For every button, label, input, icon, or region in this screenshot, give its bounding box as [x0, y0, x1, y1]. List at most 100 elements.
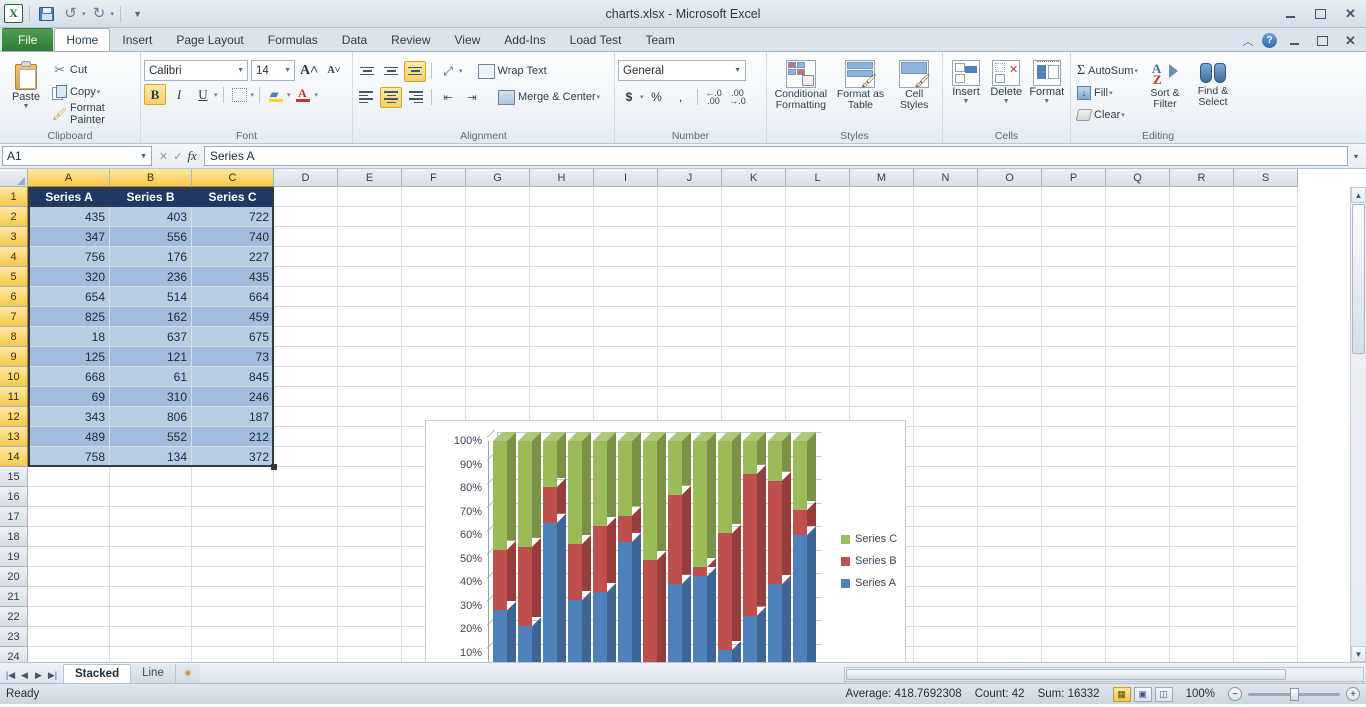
cell-L11[interactable]	[786, 387, 850, 407]
cell-C2[interactable]: 722	[192, 207, 274, 227]
row-header-5[interactable]: 5	[0, 267, 28, 287]
cell-A4[interactable]: 756	[28, 247, 110, 267]
cell-D12[interactable]	[274, 407, 338, 427]
cell-L10[interactable]	[786, 367, 850, 387]
cell-K1[interactable]	[722, 187, 786, 207]
cell-R101[interactable]	[1170, 647, 1234, 662]
cell-B101[interactable]	[110, 467, 192, 487]
cell-D3[interactable]	[274, 227, 338, 247]
bar-segment-series-a-4[interactable]	[568, 600, 582, 662]
cell-E101[interactable]	[338, 547, 402, 567]
bar-segment-series-b-1[interactable]	[493, 550, 507, 611]
cell-E101[interactable]	[338, 507, 402, 527]
fill-handle[interactable]	[271, 464, 277, 470]
cell-M3[interactable]	[850, 227, 914, 247]
cell-A101[interactable]	[28, 467, 110, 487]
cell-L5[interactable]	[786, 267, 850, 287]
cell-N101[interactable]	[914, 487, 978, 507]
cell-P101[interactable]	[1042, 587, 1106, 607]
cell-C7[interactable]: 459	[192, 307, 274, 327]
cell-D13[interactable]	[274, 427, 338, 447]
cell-P11[interactable]	[1042, 387, 1106, 407]
cell-N5[interactable]	[914, 267, 978, 287]
cell-S101[interactable]	[1234, 467, 1298, 487]
cell-Q9[interactable]	[1106, 347, 1170, 367]
bar-segment-series-c-13[interactable]	[793, 441, 807, 510]
cell-I4[interactable]	[594, 247, 658, 267]
merge-center-button[interactable]: Merge & Center ▾	[495, 86, 603, 108]
cell-I5[interactable]	[594, 267, 658, 287]
cell-R5[interactable]	[1170, 267, 1234, 287]
cell-A101[interactable]	[28, 567, 110, 587]
bar-segment-series-b-5[interactable]	[593, 526, 607, 592]
redo-dropdown-icon[interactable]: ▾	[111, 10, 115, 18]
cell-B101[interactable]	[110, 487, 192, 507]
cell-Q4[interactable]	[1106, 247, 1170, 267]
column-header-q[interactable]: Q	[1106, 169, 1170, 187]
row-header-15[interactable]: 15	[0, 467, 28, 487]
cell-Q101[interactable]	[1106, 607, 1170, 627]
cell-R9[interactable]	[1170, 347, 1234, 367]
cell-O2[interactable]	[978, 207, 1042, 227]
cell-P8[interactable]	[1042, 327, 1106, 347]
cell-A11[interactable]: 69	[28, 387, 110, 407]
cell-I11[interactable]	[594, 387, 658, 407]
vertical-scrollbar[interactable]: ▲ ▼	[1350, 187, 1366, 662]
cell-D11[interactable]	[274, 387, 338, 407]
expand-formula-bar-icon[interactable]: ▾	[1348, 146, 1364, 166]
column-header-j[interactable]: J	[658, 169, 722, 187]
cell-P101[interactable]	[1042, 527, 1106, 547]
row-header-10[interactable]: 10	[0, 367, 28, 387]
cell-A101[interactable]	[28, 527, 110, 547]
cell-I9[interactable]	[594, 347, 658, 367]
cell-P101[interactable]	[1042, 467, 1106, 487]
cell-C101[interactable]	[192, 467, 274, 487]
column-header-k[interactable]: K	[722, 169, 786, 187]
cell-B2[interactable]: 403	[110, 207, 192, 227]
cell-R3[interactable]	[1170, 227, 1234, 247]
cell-S101[interactable]	[1234, 647, 1298, 662]
bar-segment-series-a-11[interactable]	[743, 616, 757, 662]
bar-segment-series-c-8[interactable]	[668, 441, 682, 495]
undo-dropdown-icon[interactable]: ▾	[82, 10, 86, 18]
tab-load-test[interactable]: Load Test	[558, 29, 634, 51]
cell-S101[interactable]	[1234, 627, 1298, 647]
cell-A12[interactable]: 343	[28, 407, 110, 427]
cell-J7[interactable]	[658, 307, 722, 327]
increase-font-size-button[interactable]: A˄	[298, 60, 320, 81]
row-header-9[interactable]: 9	[0, 347, 28, 367]
cell-G9[interactable]	[466, 347, 530, 367]
cell-H6[interactable]	[530, 287, 594, 307]
increase-indent-button[interactable]: ⇥	[461, 87, 483, 108]
cell-N2[interactable]	[914, 207, 978, 227]
fill-color-button[interactable]: ▰	[265, 84, 287, 105]
cell-K11[interactable]	[722, 387, 786, 407]
column-header-p[interactable]: P	[1042, 169, 1106, 187]
close-button[interactable]: ✕	[1340, 6, 1361, 21]
cell-O4[interactable]	[978, 247, 1042, 267]
cell-N13[interactable]	[914, 427, 978, 447]
cell-N101[interactable]	[914, 587, 978, 607]
cell-C5[interactable]: 435	[192, 267, 274, 287]
cell-K6[interactable]	[722, 287, 786, 307]
chart-object[interactable]: 0%10%20%30%40%50%60%70%80%90%100%1234567…	[425, 420, 906, 662]
fill-color-dropdown-icon[interactable]: ▾	[287, 91, 291, 99]
cell-E101[interactable]	[338, 527, 402, 547]
cell-N101[interactable]	[914, 607, 978, 627]
name-box[interactable]: A1 ▼	[2, 146, 152, 166]
cell-A9[interactable]: 125	[28, 347, 110, 367]
workbook-restore-button[interactable]	[1312, 33, 1333, 48]
bar-segment-series-b-12[interactable]	[768, 481, 782, 585]
cell-P10[interactable]	[1042, 367, 1106, 387]
cell-F3[interactable]	[402, 227, 466, 247]
row-header-13[interactable]: 13	[0, 427, 28, 447]
cell-P101[interactable]	[1042, 567, 1106, 587]
cell-F9[interactable]	[402, 347, 466, 367]
cell-F7[interactable]	[402, 307, 466, 327]
decrease-decimal-button[interactable]: .00→.0	[727, 86, 749, 107]
cell-G4[interactable]	[466, 247, 530, 267]
cell-O101[interactable]	[978, 527, 1042, 547]
cell-L4[interactable]	[786, 247, 850, 267]
cell-B4[interactable]: 176	[110, 247, 192, 267]
cell-E13[interactable]	[338, 427, 402, 447]
